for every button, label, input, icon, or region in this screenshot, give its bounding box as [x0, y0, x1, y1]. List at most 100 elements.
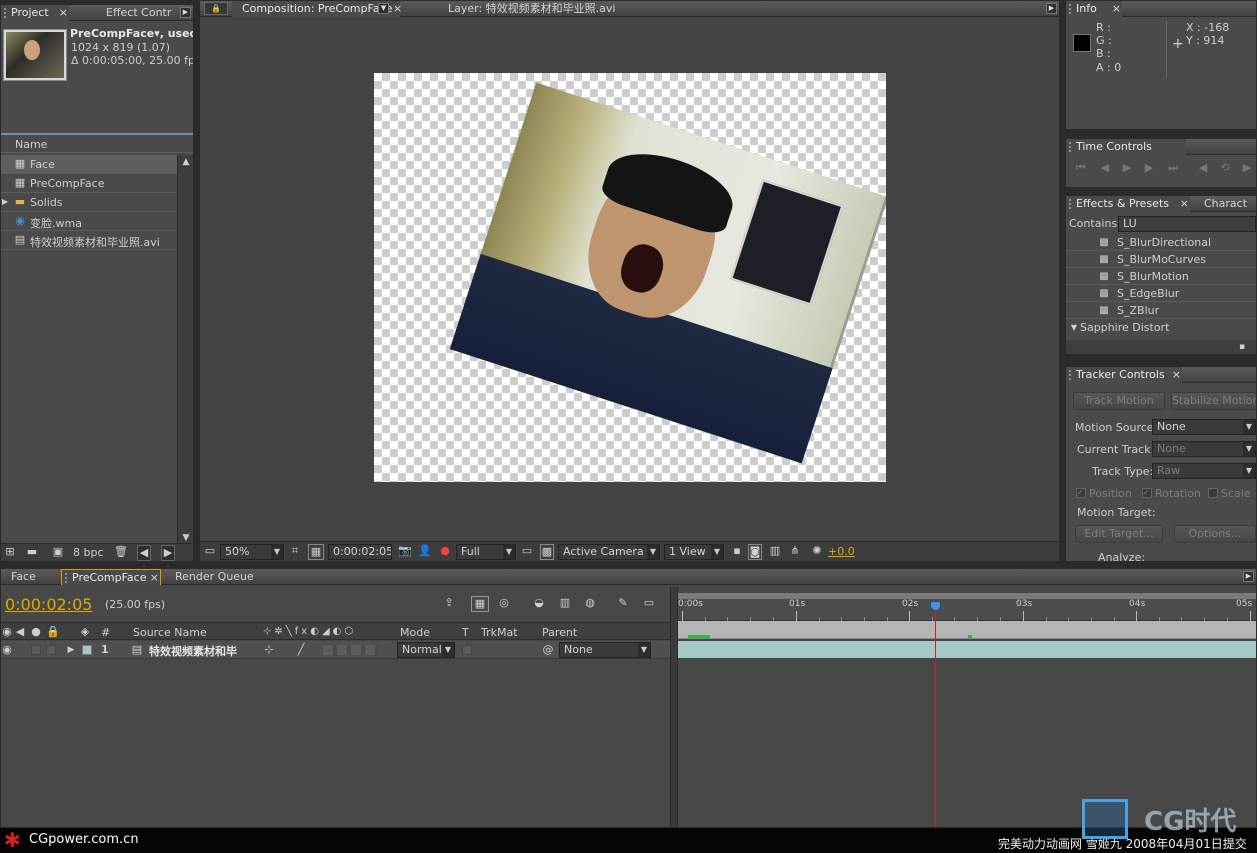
- fast-previews-icon[interactable]: ◙: [748, 544, 762, 560]
- view-layout-dropdown[interactable]: 1 View ▼: [664, 544, 724, 560]
- tab-precompface[interactable]: PreCompFace ×: [61, 569, 161, 585]
- bpc-label[interactable]: 8 bpc: [73, 546, 104, 559]
- audio-icon[interactable]: ◀: [1196, 161, 1210, 175]
- parent-pickwhip-icon[interactable]: @: [541, 643, 555, 657]
- quality-switch-icon[interactable]: ╱: [295, 643, 307, 657]
- graph-editor-icon[interactable]: ▭: [641, 596, 657, 610]
- scroll-left-icon[interactable]: ◀: [137, 545, 151, 561]
- current-time-display[interactable]: 0:00:02:05: [5, 595, 92, 614]
- project-scrollbar[interactable]: ▲ ▼: [177, 155, 193, 547]
- parent-dropdown[interactable]: None ▼: [559, 642, 651, 658]
- layer-row[interactable]: ◉ ▶ 1 ▤ 特效视频素材和毕 ⊹ ╱ Normal ▼ @ None ▼: [1, 641, 670, 659]
- tab-layer[interactable]: Layer: 特效视频素材和毕业照.avi: [438, 1, 658, 17]
- grid-icon[interactable]: ▦: [308, 544, 324, 560]
- video-eye-icon[interactable]: ◉: [2, 643, 12, 657]
- playhead-line[interactable]: [935, 605, 936, 827]
- tab-character[interactable]: Charact: [1194, 196, 1256, 212]
- transparency-grid-icon[interactable]: ▩: [540, 544, 554, 560]
- track-motion-button[interactable]: Track Motion: [1073, 392, 1165, 410]
- project-item[interactable]: ▶ ▬ Solids: [1, 193, 177, 212]
- motion-source-dropdown[interactable]: None ▼: [1152, 419, 1256, 435]
- project-item[interactable]: ◉ 变脸.wma: [1, 212, 177, 231]
- layer-name[interactable]: 特效视频素材和毕: [149, 643, 237, 659]
- timeline-icon[interactable]: ▥: [768, 544, 782, 558]
- close-icon[interactable]: ×: [393, 1, 402, 17]
- expand-triangle-icon[interactable]: ▶: [65, 643, 77, 657]
- channel-icon[interactable]: ●: [438, 544, 452, 558]
- expand-triangle-icon[interactable]: ▶: [1, 195, 9, 209]
- last-frame-icon[interactable]: ⏭: [1166, 161, 1180, 175]
- toggle-pixel-icon[interactable]: ▪: [730, 544, 744, 558]
- interpret-footage-icon[interactable]: ⊞: [3, 545, 17, 559]
- panel-menu-icon[interactable]: ▶: [1243, 571, 1254, 582]
- project-item[interactable]: ▤ 特效视频素材和毕业照.avi: [1, 231, 177, 250]
- effect-item[interactable]: ▩ S_BlurMotion: [1066, 268, 1256, 285]
- play-icon[interactable]: ▶: [1120, 161, 1134, 175]
- close-icon[interactable]: ×: [1112, 1, 1121, 17]
- current-track-dropdown[interactable]: None ▼: [1152, 441, 1256, 457]
- region-of-interest-icon[interactable]: ▭: [520, 544, 534, 558]
- effect-item[interactable]: ▩ S_BlurDirectional: [1066, 234, 1256, 251]
- show-snapshot-icon[interactable]: 👤: [418, 544, 432, 558]
- panel-menu-icon[interactable]: ▶: [1046, 3, 1057, 14]
- exposure-value[interactable]: +0.0: [828, 545, 855, 558]
- project-item[interactable]: ▦ PreCompFace: [1, 174, 177, 193]
- rotation-checkbox[interactable]: ✓: [1142, 488, 1152, 498]
- tab-tracker-controls[interactable]: Tracker Controls ×: [1066, 367, 1182, 383]
- flowchart-icon[interactable]: ⋔: [788, 544, 802, 558]
- label-color-swatch[interactable]: [82, 645, 92, 655]
- draft-3d-icon[interactable]: ◎: [496, 596, 512, 610]
- tab-composition[interactable]: Composition: PreCompFace: [232, 1, 400, 17]
- tab-face[interactable]: Face: [1, 569, 59, 585]
- snapshot-icon[interactable]: 📷: [398, 544, 412, 558]
- collapse-triangle-icon[interactable]: ▼: [1069, 321, 1079, 335]
- effect-group[interactable]: ▼ Sapphire Distort: [1066, 319, 1256, 336]
- preserve-transparency-box[interactable]: [462, 645, 472, 655]
- next-frame-icon[interactable]: ▶: [1142, 161, 1156, 175]
- position-checkbox[interactable]: ✓: [1076, 488, 1086, 498]
- comp-mini-flowchart-icon[interactable]: ⇪: [441, 596, 457, 610]
- time-graph[interactable]: 0:00s 01s 02s 03s 04s 05s: [678, 593, 1256, 827]
- scroll-right-icon[interactable]: ▶: [161, 545, 175, 561]
- close-icon[interactable]: ×: [59, 5, 68, 21]
- loop-icon[interactable]: ⟲: [1218, 161, 1232, 175]
- ram-preview-icon[interactable]: ▶: [1240, 161, 1254, 175]
- new-comp-icon[interactable]: ▣: [51, 545, 65, 559]
- lock-box[interactable]: [46, 645, 56, 655]
- rotated-footage-layer[interactable]: [449, 82, 886, 464]
- switch-boxes[interactable]: [323, 645, 379, 655]
- comp-dropdown-icon[interactable]: ▼: [378, 3, 389, 14]
- edit-target-button[interactable]: Edit Target...: [1075, 525, 1163, 543]
- lock-icon[interactable]: 🔒: [204, 2, 228, 15]
- comp-canvas[interactable]: [374, 73, 886, 482]
- work-area-bar[interactable]: [678, 621, 1256, 639]
- motion-blur-icon[interactable]: ◍: [582, 596, 598, 610]
- blend-mode-dropdown[interactable]: Normal ▼: [397, 642, 455, 658]
- live-update-icon[interactable]: ▦: [471, 596, 489, 612]
- project-item[interactable]: ▦ Face: [1, 155, 177, 174]
- exposure-icon[interactable]: ✺: [810, 544, 824, 558]
- tab-effect-controls[interactable]: Effect Contr: [96, 5, 176, 21]
- options-button[interactable]: Options...: [1174, 525, 1256, 543]
- column-name[interactable]: Name: [15, 138, 47, 151]
- camera-dropdown[interactable]: Active Camera ▼: [558, 544, 660, 560]
- track-type-dropdown[interactable]: Raw ▼: [1152, 463, 1256, 479]
- zoom-dropdown[interactable]: 50% ▼: [220, 544, 284, 560]
- tab-time-controls[interactable]: Time Controls: [1066, 139, 1186, 155]
- close-icon[interactable]: ×: [150, 570, 159, 586]
- tab-info[interactable]: Info ×: [1066, 1, 1122, 17]
- first-frame-icon[interactable]: ⏮: [1074, 161, 1088, 175]
- effect-item[interactable]: ▩ S_BlurMoCurves: [1066, 251, 1256, 268]
- shy-switch-icon[interactable]: ⊹: [263, 643, 275, 657]
- previous-frame-icon[interactable]: ◀: [1098, 161, 1112, 175]
- panel-menu-icon[interactable]: ▶: [180, 7, 191, 18]
- effect-item[interactable]: ▩ S_ZBlur: [1066, 302, 1256, 319]
- layer-duration-bar[interactable]: [678, 641, 1256, 658]
- safe-zones-icon[interactable]: ⌗: [288, 544, 302, 558]
- tab-effects-presets[interactable]: Effects & Presets ×: [1066, 196, 1190, 212]
- close-icon[interactable]: ×: [1172, 367, 1181, 383]
- playhead-handle[interactable]: [930, 601, 941, 611]
- new-preset-icon[interactable]: ▪: [1236, 340, 1248, 354]
- timeline-divider[interactable]: [670, 587, 678, 827]
- solo-box[interactable]: [31, 645, 41, 655]
